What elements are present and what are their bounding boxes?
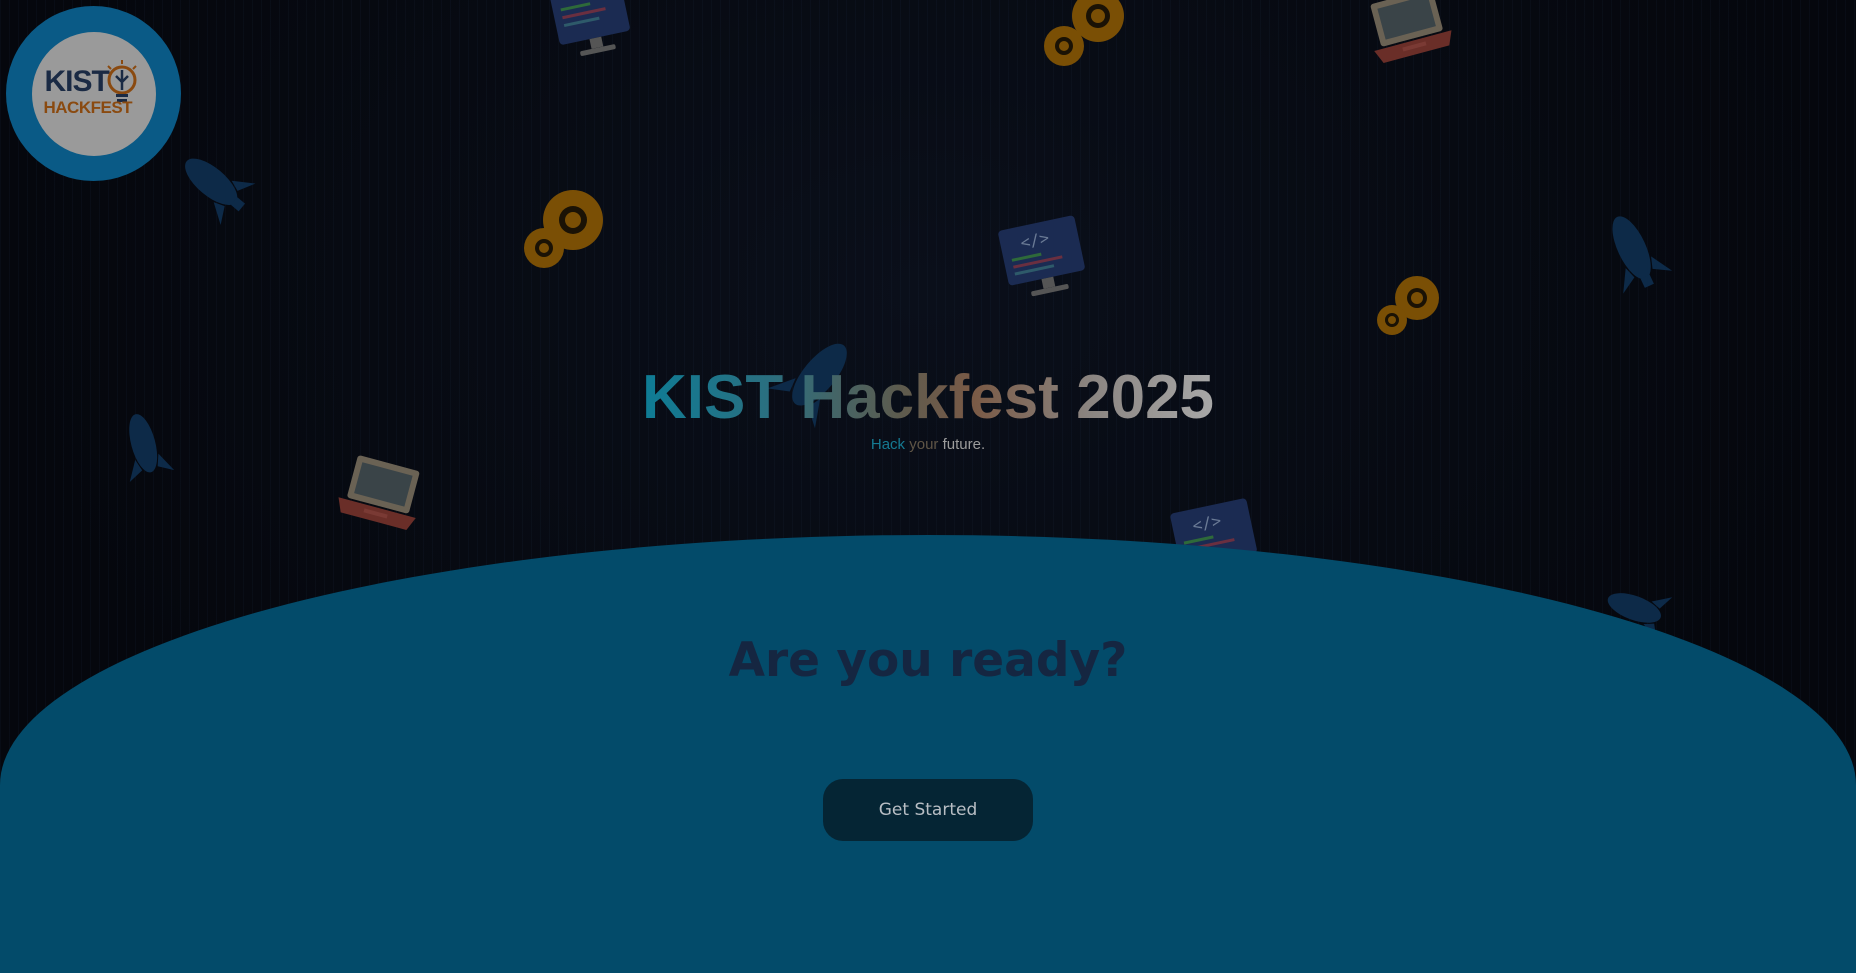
laptop-icon: [338, 455, 420, 530]
gear-icon: [524, 190, 603, 268]
rocket-icon: [1612, 216, 1673, 294]
logo-badge: KIST HACKFEST: [31, 31, 156, 156]
laptop-icon: [1370, 0, 1452, 63]
cta-heading: Are you ready?: [728, 633, 1128, 688]
cta-section: [0, 535, 1856, 973]
gear-icon: [1377, 276, 1439, 335]
tagline-your: your: [909, 436, 939, 453]
landing-page: KIST HACKFEST </> </> KIST Hackfest 2025…: [0, 0, 1856, 973]
logo-text-kist: KIST: [44, 64, 110, 98]
monitor-code-icon: </>: [998, 215, 1085, 297]
rocket-icon: [129, 414, 175, 483]
logo-text-hackfest: HACKFEST: [43, 97, 133, 117]
monitor-code-icon: [550, 0, 630, 56]
tagline-hack: Hack: [870, 436, 906, 453]
rocket-icon: [185, 158, 256, 225]
logo[interactable]: KIST HACKFEST: [6, 6, 181, 181]
tagline: Hack your future.: [871, 436, 985, 453]
gear-icon: [1044, 0, 1124, 66]
page-title: KIST Hackfest 2025: [641, 363, 1215, 432]
tagline-future: future.: [942, 436, 986, 453]
get-started-button[interactable]: Get Started: [823, 779, 1033, 841]
